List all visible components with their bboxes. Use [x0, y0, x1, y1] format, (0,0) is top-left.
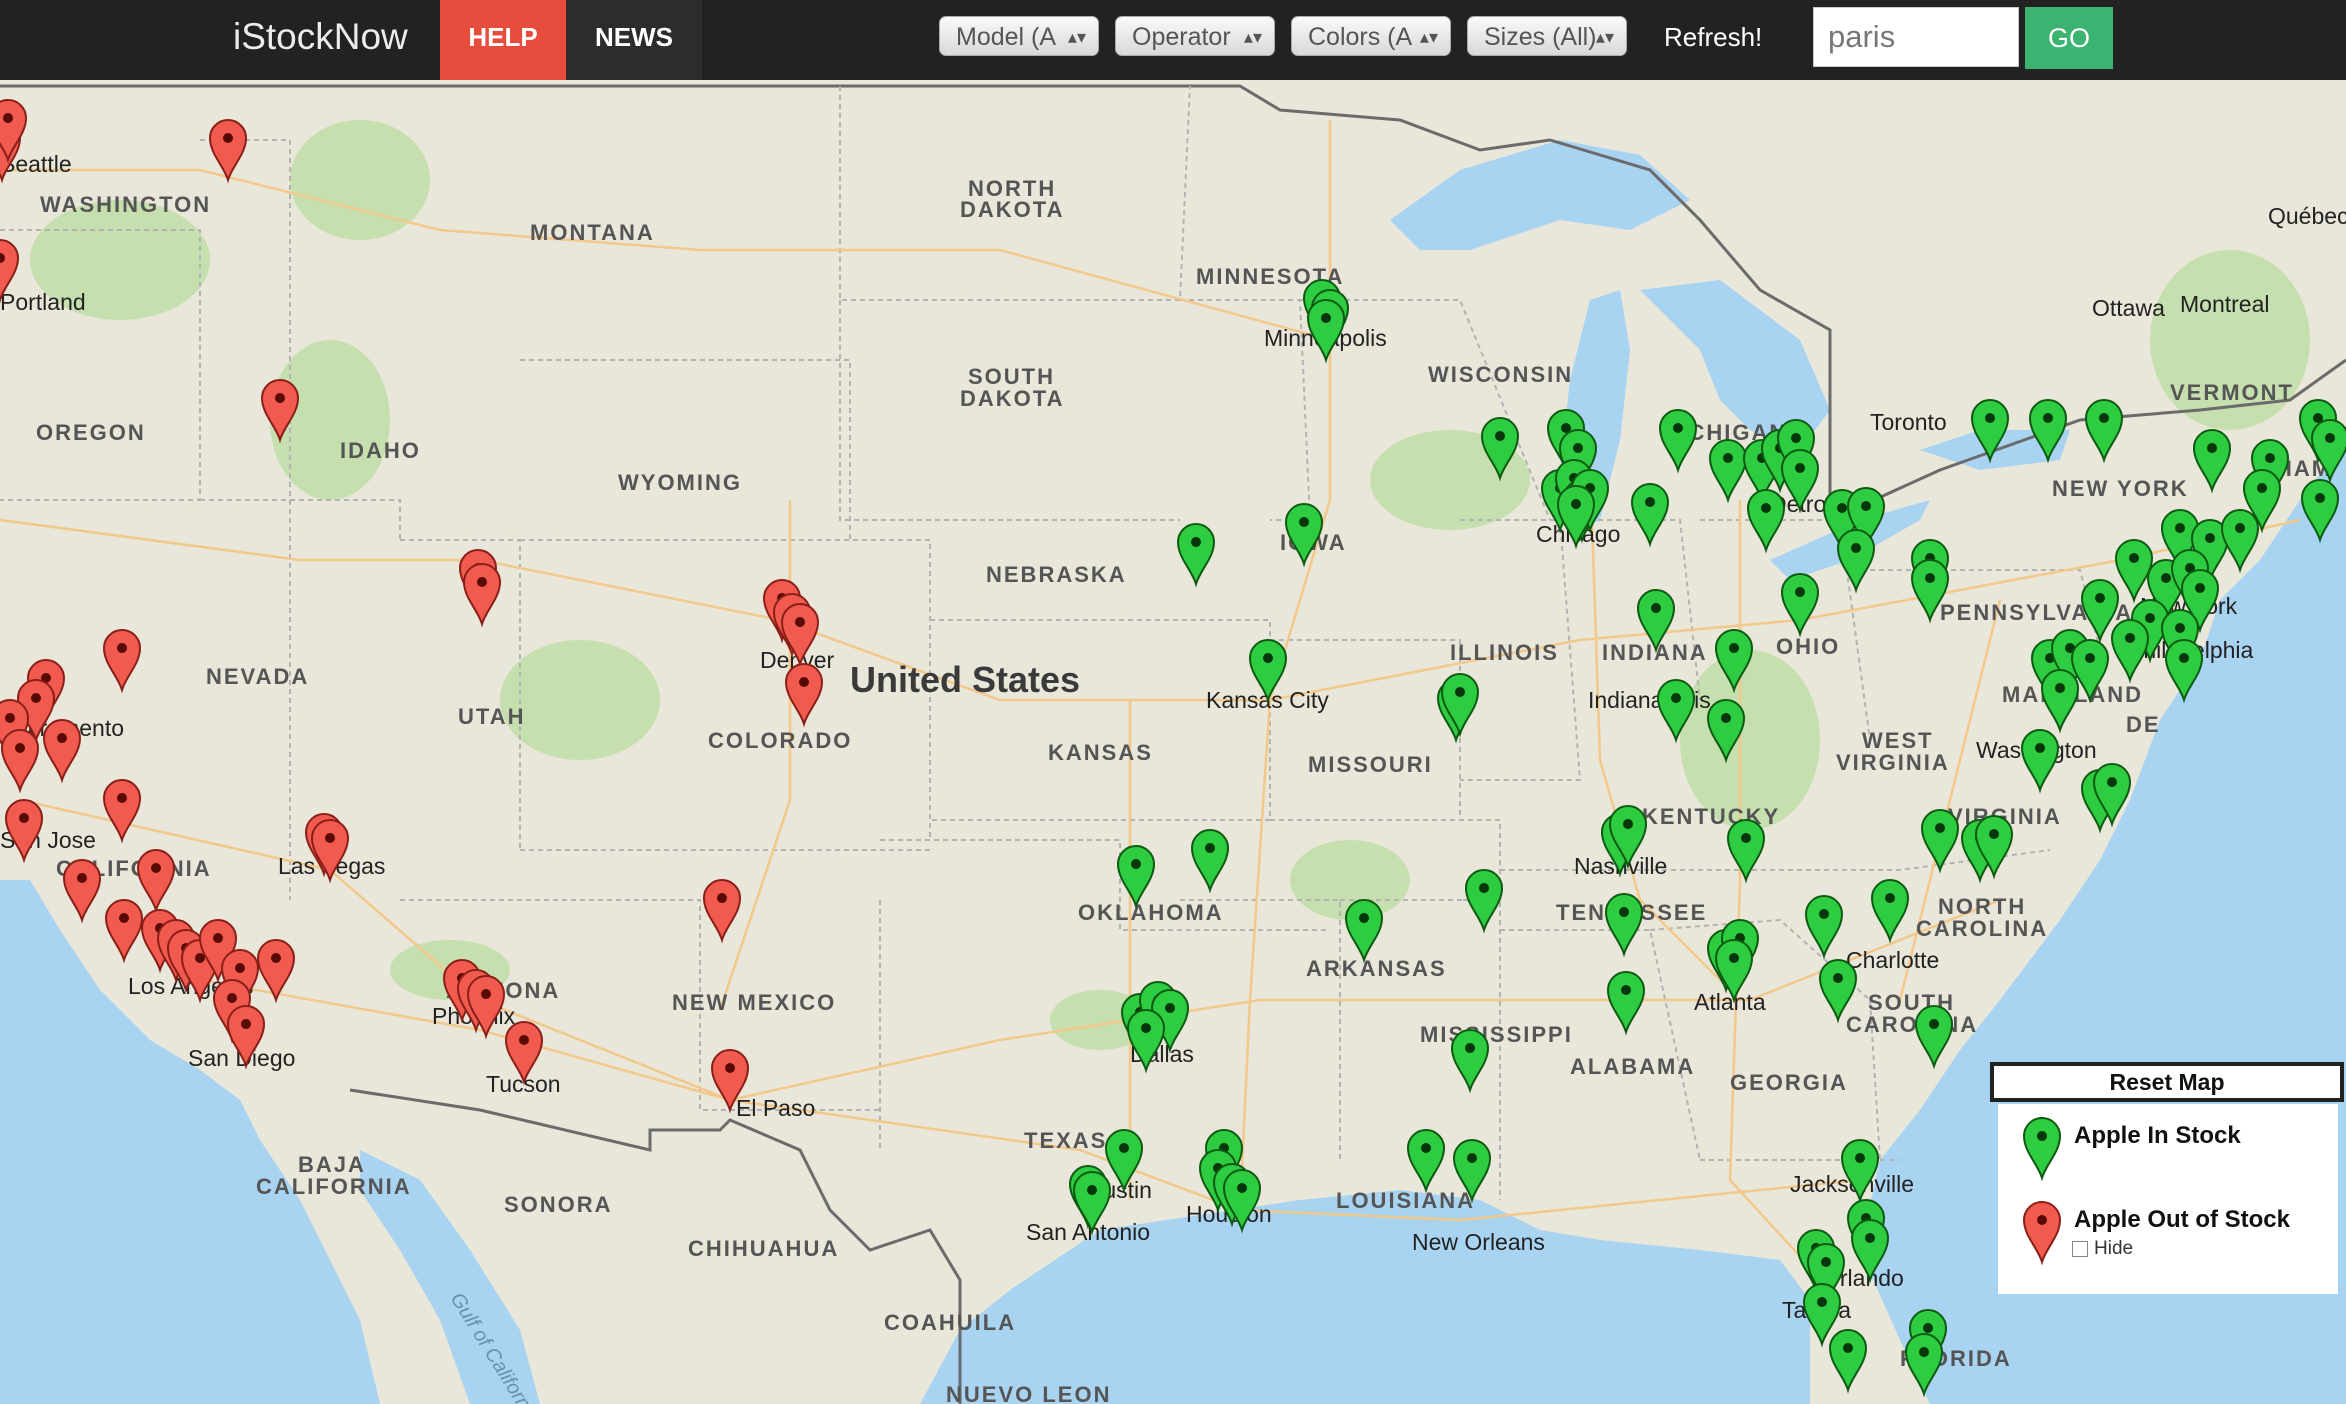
- map-legend: Apple In Stock Apple Out of Stock Hide: [1998, 1104, 2338, 1294]
- svg-text:LOUISIANA: LOUISIANA: [1336, 1188, 1475, 1213]
- svg-text:Portland: Portland: [0, 289, 86, 315]
- legend-in-stock-label: Apple In Stock: [2074, 1122, 2241, 1149]
- svg-text:ARKANSAS: ARKANSAS: [1306, 956, 1447, 981]
- svg-text:VIRGINIA: VIRGINIA: [1836, 750, 1950, 775]
- svg-text:WYOMING: WYOMING: [618, 470, 742, 495]
- svg-text:CAROLINA: CAROLINA: [1916, 916, 2048, 941]
- svg-text:CALIFORNIA: CALIFORNIA: [256, 1174, 412, 1199]
- svg-text:MISSOURI: MISSOURI: [1308, 752, 1433, 777]
- svg-text:DE: DE: [2126, 712, 2161, 737]
- operator-select[interactable]: Operator ▴▾: [1115, 16, 1275, 56]
- hide-checkbox[interactable]: [2072, 1240, 2088, 1257]
- top-navbar: iStockNow HELP NEWS Model (A ▴▾ Operator ▴…: [0, 0, 2346, 80]
- model-select-label: Model (A: [956, 23, 1057, 51]
- svg-text:NUEVO LEON: NUEVO LEON: [946, 1382, 1111, 1404]
- svg-text:TEXAS: TEXAS: [1024, 1128, 1107, 1153]
- svg-text:Atlanta: Atlanta: [1694, 989, 1766, 1015]
- svg-text:DAKOTA: DAKOTA: [960, 197, 1064, 222]
- svg-text:Ottawa: Ottawa: [2092, 295, 2165, 321]
- go-button[interactable]: GO: [2025, 7, 2113, 69]
- svg-text:OHIO: OHIO: [1776, 634, 1840, 659]
- svg-text:NEVADA: NEVADA: [206, 664, 309, 689]
- svg-text:El Paso: El Paso: [736, 1095, 815, 1121]
- svg-text:MISSISSIPPI: MISSISSIPPI: [1420, 1022, 1573, 1047]
- brand-logo[interactable]: iStockNow: [233, 0, 408, 80]
- svg-text:KANSAS: KANSAS: [1048, 740, 1153, 765]
- svg-text:New Orleans: New Orleans: [1412, 1229, 1545, 1255]
- model-select[interactable]: Model (A ▴▾: [939, 16, 1099, 56]
- svg-text:IDAHO: IDAHO: [340, 438, 421, 463]
- legend-out-of-stock: Apple Out of Stock: [2022, 1198, 2290, 1273]
- svg-text:MONTANA: MONTANA: [530, 220, 655, 245]
- svg-text:WISCONSIN: WISCONSIN: [1428, 362, 1573, 387]
- svg-text:VERMONT: VERMONT: [2170, 380, 2294, 405]
- svg-text:UTAH: UTAH: [458, 704, 525, 729]
- svg-text:COAHUILA: COAHUILA: [884, 1310, 1016, 1335]
- svg-text:COLORADO: COLORADO: [708, 728, 852, 753]
- refresh-link[interactable]: Refresh!: [1664, 0, 1762, 80]
- svg-text:GEORGIA: GEORGIA: [1730, 1070, 1848, 1095]
- svg-text:OKLAHOMA: OKLAHOMA: [1078, 900, 1224, 925]
- svg-text:OREGON: OREGON: [36, 420, 146, 445]
- svg-text:Toronto: Toronto: [1870, 409, 1947, 435]
- search-input[interactable]: [1813, 7, 2019, 67]
- svg-text:NEW MEXICO: NEW MEXICO: [672, 990, 836, 1015]
- hide-out-of-stock-toggle[interactable]: Hide: [2072, 1238, 2133, 1260]
- svg-text:WASHINGTON: WASHINGTON: [40, 192, 211, 217]
- svg-text:DAKOTA: DAKOTA: [960, 386, 1064, 411]
- select-arrows-icon: ▴▾: [1243, 27, 1262, 47]
- news-nav-link[interactable]: NEWS: [566, 0, 702, 80]
- svg-text:ILLINOIS: ILLINOIS: [1450, 640, 1559, 665]
- svg-text:Charlotte: Charlotte: [1846, 947, 1939, 973]
- red-pin-icon: [2023, 1201, 2061, 1263]
- select-arrows-icon: ▴▾: [1595, 27, 1614, 47]
- colors-select[interactable]: Colors (A ▴▾: [1291, 16, 1451, 56]
- country-label: United States: [850, 659, 1080, 700]
- operator-select-label: Operator: [1132, 23, 1231, 51]
- map-svg[interactable]: WASHINGTON MONTANA NORTH DAKOTA MINNESOT…: [0, 80, 2346, 1404]
- svg-text:NEBRASKA: NEBRASKA: [986, 562, 1127, 587]
- green-pin-icon: [2023, 1117, 2061, 1179]
- hide-label: Hide: [2094, 1238, 2134, 1259]
- reset-map-button[interactable]: Reset Map: [1990, 1062, 2344, 1102]
- select-arrows-icon: ▴▾: [1067, 27, 1086, 47]
- sizes-select[interactable]: Sizes (All) ▴▾: [1467, 16, 1627, 56]
- colors-select-label: Colors (A: [1308, 23, 1413, 51]
- help-nav-link[interactable]: HELP: [440, 0, 566, 80]
- legend-out-of-stock-label: Apple Out of Stock: [2074, 1206, 2290, 1233]
- map-canvas[interactable]: WASHINGTON MONTANA NORTH DAKOTA MINNESOT…: [0, 80, 2346, 1404]
- select-arrows-icon: ▴▾: [1419, 27, 1438, 47]
- svg-text:Montreal: Montreal: [2180, 291, 2269, 317]
- svg-text:CAROLINA: CAROLINA: [1846, 1012, 1978, 1037]
- sizes-select-label: Sizes (All): [1484, 23, 1597, 51]
- svg-text:CHIHUAHUA: CHIHUAHUA: [688, 1236, 839, 1261]
- legend-in-stock: Apple In Stock: [2022, 1114, 2241, 1189]
- svg-text:Québec: Québec: [2268, 203, 2346, 229]
- svg-text:ALABAMA: ALABAMA: [1570, 1054, 1695, 1079]
- svg-text:SONORA: SONORA: [504, 1192, 613, 1217]
- svg-text:NEW YORK: NEW YORK: [2052, 476, 2189, 501]
